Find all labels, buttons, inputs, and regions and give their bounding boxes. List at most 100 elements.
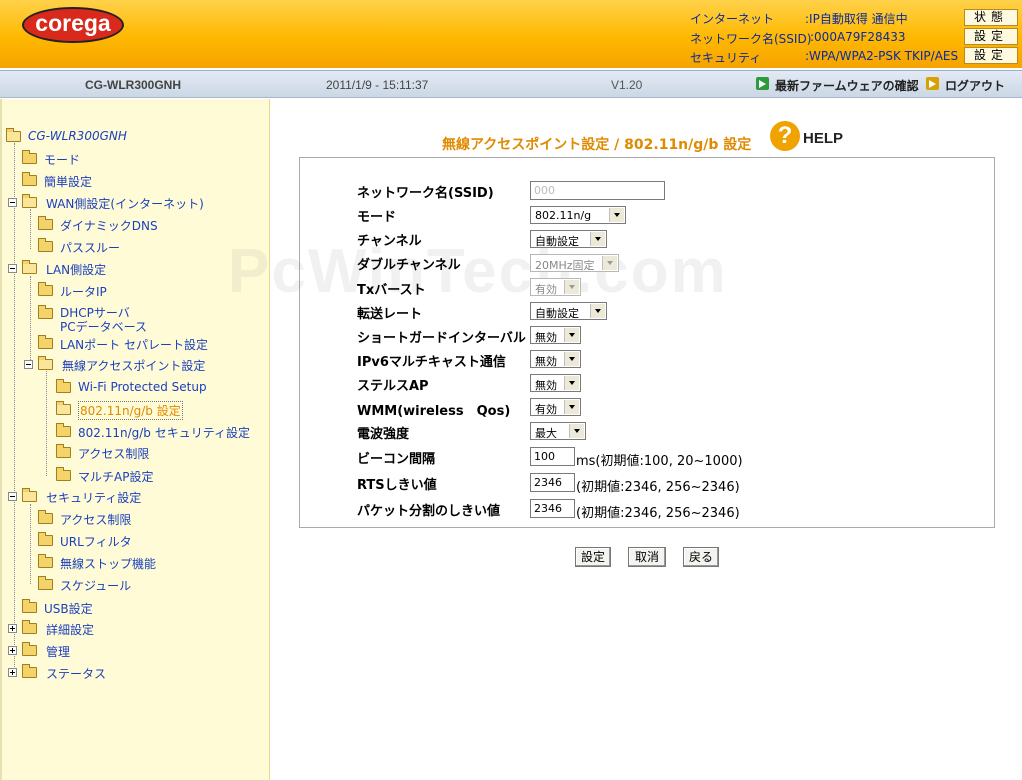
tree-line [30,504,31,584]
folder-open-icon [56,401,71,415]
tx-burst-select-value: 有効 [535,283,557,296]
logout-arrow-icon [926,77,939,90]
help-link[interactable]: HELP [803,130,843,147]
collapse-icon[interactable] [8,198,17,207]
logout-link[interactable]: ログアウト [945,77,1005,94]
short-guard-select[interactable]: 無効 [530,326,581,344]
mode-select[interactable]: 802.11n/g [530,206,626,224]
channel-select-value: 自動設定 [535,235,579,248]
firmware-check-link[interactable]: 最新ファームウェアの確認 [775,77,919,94]
ssid-input[interactable]: 000 [530,181,665,200]
tree-line [30,209,31,249]
tree-line [14,143,15,673]
expand-icon[interactable] [8,646,17,655]
status-internet-value: :IP自動取得 通信中 [805,12,908,26]
folder-icon [22,664,37,678]
sidebar-item-label: URLフィルタ [60,535,132,549]
channel-label: チャンネル [357,234,422,249]
mode-label: モード [357,210,397,225]
folder-icon [56,423,71,437]
ipv6-multicast-label: IPv6マルチキャスト通信 [357,355,506,370]
firmware-arrow-icon [756,77,769,90]
fragment-threshold-hint: (初期値:2346, 256~2346) [576,506,740,521]
cancel-button[interactable]: 取消 [628,547,666,567]
double-channel-select-value: 20MHz固定 [535,259,595,272]
chevron-down-icon [602,256,617,270]
ipv6-multicast-select[interactable]: 無効 [530,350,581,368]
sidebar-item-label: 802.11n/g/b 設定 [78,401,183,420]
help-icon[interactable]: ? [770,121,800,151]
chevron-down-icon [564,280,579,294]
wmm-select[interactable]: 有効 [530,398,581,416]
status-button[interactable]: 状態 [964,9,1018,26]
expand-icon[interactable] [8,624,17,633]
sidebar-item-label: セキュリティ設定 [46,491,142,505]
fragment-threshold-value: 2346 [534,502,562,515]
collapse-icon[interactable] [8,492,17,501]
mode-select-value: 802.11n/g [535,209,592,222]
status-internet-label: インターネット [690,12,775,26]
stealth-ap-select-value: 無効 [535,379,557,392]
tree-line [46,371,47,476]
short-guard-label: ショートガードインターバル [357,331,526,346]
sidebar-tree: CG-WLR300GNH モード 簡単設定 WAN側設定(インターネット) ダイ… [0,99,270,780]
status-security-label: セキュリティ [690,51,762,65]
folder-icon [56,467,71,481]
sidebar-root-label: CG-WLR300GNH [28,129,127,143]
fragment-threshold-input[interactable]: 2346 [530,499,575,518]
transfer-rate-select-value: 自動設定 [535,307,579,320]
collapse-icon[interactable] [8,264,17,273]
ssid-settings-button[interactable]: 設定 [964,28,1018,45]
folder-open-icon [6,128,21,142]
wmm-select-value: 有効 [535,403,557,416]
chevron-down-icon [590,304,605,318]
folder-icon [38,216,53,230]
sidebar-item-label: ルータIP [60,285,107,299]
top-header: corega インターネット :IP自動取得 通信中 ネットワーク名(SSID)… [0,0,1022,68]
rts-threshold-label: RTSしきい値 [357,478,437,493]
ssid-input-value: 000 [534,184,555,197]
status-ssid-value: :000A79F28433 [810,30,906,44]
signal-strength-label: 電波強度 [357,427,410,442]
expand-icon[interactable] [8,668,17,677]
sidebar-item-label: スケジュール [60,579,132,593]
sidebar-item-label: ダイナミックDNS [60,219,158,233]
tx-burst-label: Txバースト [357,283,426,298]
tx-burst-select[interactable]: 有効 [530,278,581,296]
chevron-down-icon [564,352,579,366]
folder-icon [38,238,53,252]
sidebar-item-label: 802.11n/g/b セキュリティ設定 [78,426,251,440]
sidebar-item-label: LANポート セパレート設定 [60,338,208,352]
short-guard-select-value: 無効 [535,331,557,344]
back-button[interactable]: 戻る [683,547,719,567]
rts-threshold-value: 2346 [534,476,562,489]
channel-select[interactable]: 自動設定 [530,230,607,248]
chevron-down-icon [609,208,624,222]
sidebar-item-label: 簡単設定 [44,175,93,189]
tree-line [30,276,31,364]
beacon-interval-input[interactable]: 100 [530,447,575,466]
signal-strength-select[interactable]: 最大 [530,422,586,440]
save-button[interactable]: 設定 [575,547,611,567]
security-settings-button[interactable]: 設定 [964,47,1018,64]
folder-icon [22,599,37,613]
sidebar-item-label: ステータス [46,667,107,681]
chevron-down-icon [590,232,605,246]
sidebar-item-label: PCデータベース [60,320,148,334]
rts-threshold-hint: (初期値:2346, 256~2346) [576,480,740,495]
chevron-down-icon [564,376,579,390]
transfer-rate-select[interactable]: 自動設定 [530,302,607,320]
folder-open-icon [22,260,37,274]
rts-threshold-input[interactable]: 2346 [530,473,575,492]
folder-open-icon [22,194,37,208]
folder-icon [38,554,53,568]
double-channel-select[interactable]: 20MHz固定 [530,254,619,272]
stealth-ap-select[interactable]: 無効 [530,374,581,392]
folder-icon [56,444,71,458]
collapse-icon[interactable] [24,360,33,369]
folder-icon [22,620,37,634]
chevron-down-icon [569,424,584,438]
folder-icon [22,150,37,164]
sidebar-item-label: 詳細設定 [46,623,95,637]
sidebar-item-label: パススルー [60,241,121,255]
